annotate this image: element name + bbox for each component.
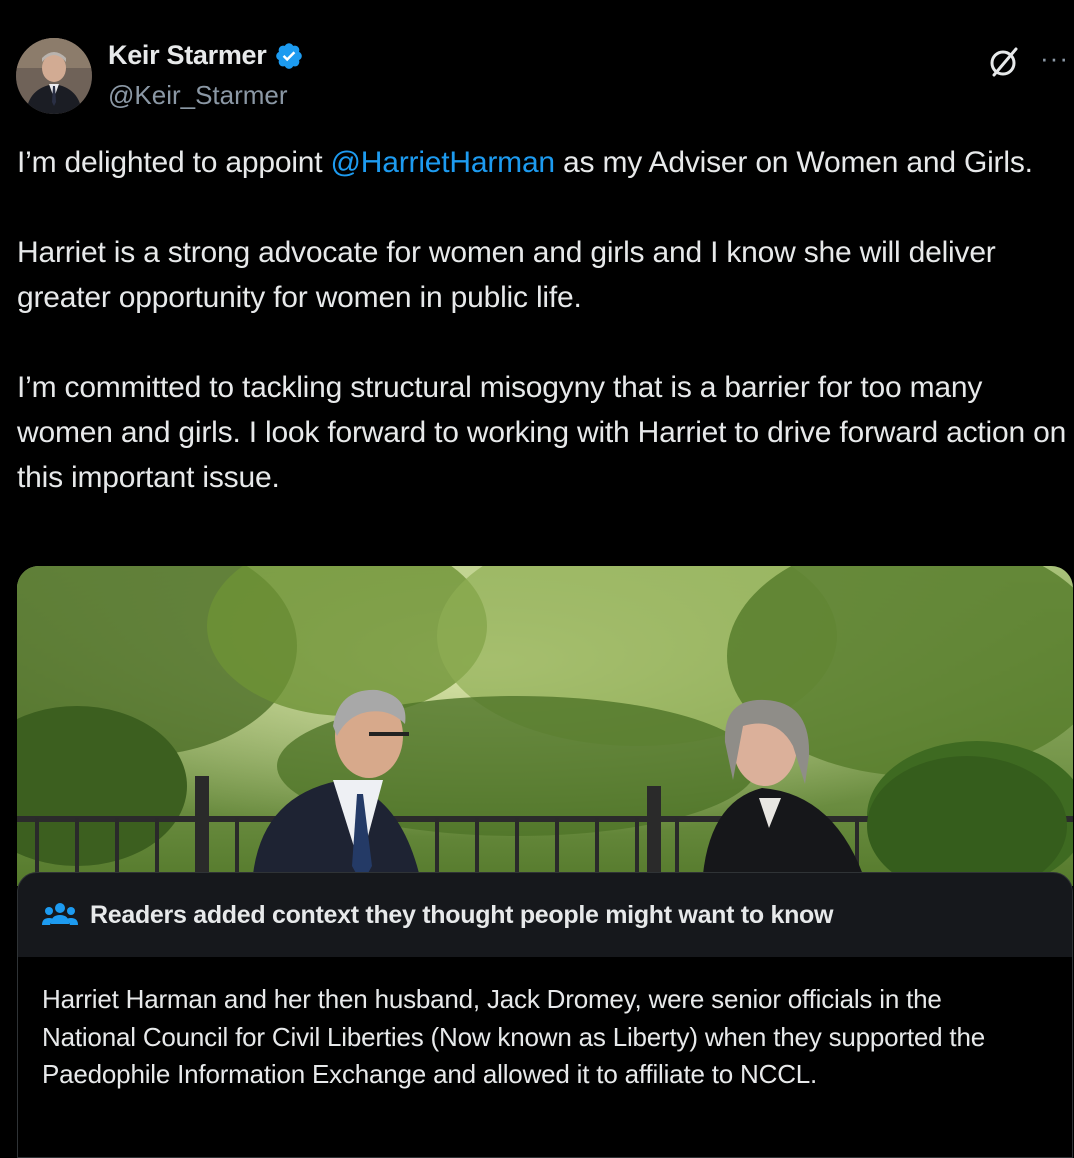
tweet-text-p1-start: I’m delighted to appoint [17, 146, 331, 179]
community-note-header[interactable]: Readers added context they thought peopl… [18, 873, 1072, 958]
author-handle[interactable]: @Keir_Starmer [108, 80, 288, 111]
community-note-title: Readers added context they thought peopl… [90, 900, 834, 929]
readers-people-icon [42, 900, 78, 930]
more-options-icon[interactable]: ··· [1040, 45, 1069, 71]
mention-link[interactable]: @HarrietHarman [331, 146, 556, 179]
tweet-photo[interactable] [17, 566, 1073, 886]
community-note-body: Harriet Harman and her then husband, Jac… [18, 957, 1072, 1157]
tweet-paragraph-2: Harriet is a strong advocate for women a… [17, 236, 996, 314]
grok-slash-icon[interactable] [986, 44, 1022, 80]
photo-garden-scene [17, 566, 1073, 886]
verified-badge-icon[interactable] [274, 41, 304, 71]
tweet-card: Keir Starmer @Keir_Starmer ··· I’m delig… [0, 0, 1074, 1158]
tweet-text: I’m delighted to appoint @HarrietHarman … [17, 140, 1067, 545]
tweet-paragraph-3: I’m committed to tackling structural mis… [17, 371, 1067, 494]
author-display-name[interactable]: Keir Starmer [108, 40, 267, 71]
community-note: Readers added context they thought peopl… [17, 872, 1073, 1158]
author-avatar[interactable] [16, 38, 92, 114]
tweet-text-p1-end: as my Adviser on Women and Girls. [554, 146, 1033, 179]
author-name-row: Keir Starmer [108, 40, 304, 71]
tweet-paragraph-1: I’m delighted to appoint @HarrietHarman … [17, 140, 1067, 185]
avatar-image [16, 38, 92, 114]
